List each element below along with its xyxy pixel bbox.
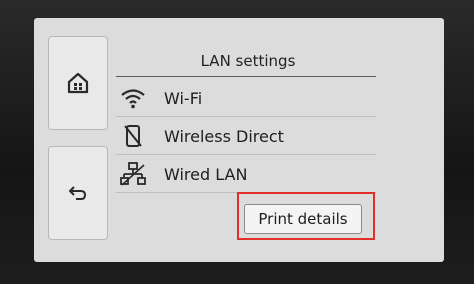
menu-item-label: Wi-Fi bbox=[164, 88, 203, 108]
menu-item-wifi[interactable]: Wi-Fi bbox=[116, 80, 376, 116]
menu-item-wired-lan[interactable]: Wired LAN bbox=[116, 156, 376, 192]
home-icon bbox=[67, 72, 89, 94]
title-divider bbox=[116, 76, 376, 77]
row-divider bbox=[116, 154, 376, 155]
highlight-box bbox=[237, 192, 375, 240]
wireless-direct-icon bbox=[124, 125, 142, 147]
menu-item-label: Wired LAN bbox=[164, 164, 248, 184]
home-button[interactable] bbox=[48, 36, 108, 130]
back-button[interactable] bbox=[48, 146, 108, 240]
menu-item-wireless-direct[interactable]: Wireless Direct bbox=[116, 118, 376, 154]
back-arrow-icon bbox=[69, 186, 87, 200]
menu-item-label: Wireless Direct bbox=[164, 126, 284, 146]
row-divider bbox=[116, 116, 376, 117]
wired-lan-icon bbox=[120, 162, 146, 186]
page-title: LAN settings bbox=[200, 52, 296, 70]
wifi-icon bbox=[121, 89, 145, 109]
